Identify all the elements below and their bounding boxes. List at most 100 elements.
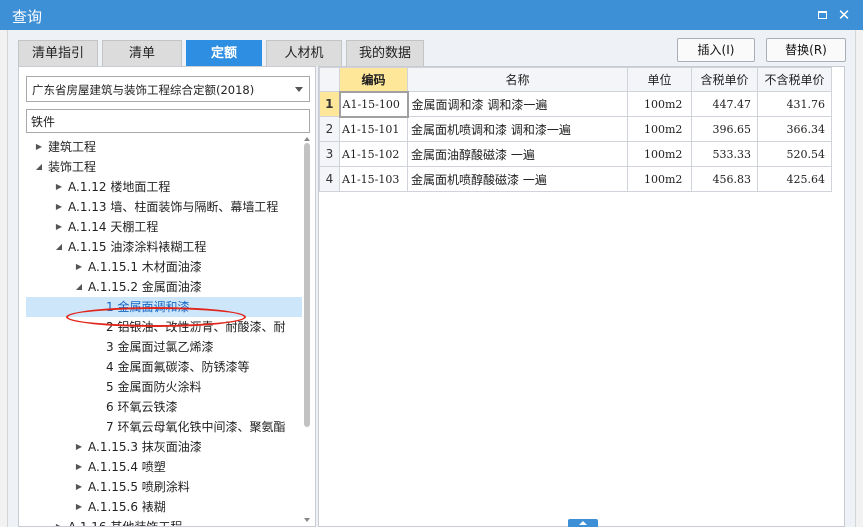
collapse-panel-handle[interactable] <box>568 519 598 527</box>
tree-node[interactable]: 7 环氧云母氧化铁中间漆、聚氨酯 <box>26 417 302 437</box>
tree-node-label: 6 环氧云铁漆 <box>106 400 178 414</box>
tree-node[interactable]: ◢ 装饰工程 <box>26 157 302 177</box>
cell-unit[interactable]: 100m2 <box>627 91 692 117</box>
collapsed-arrow-icon[interactable]: ▶ <box>34 137 44 157</box>
tree-node[interactable]: 4 金属面氟碳漆、防锈漆等 <box>26 357 302 377</box>
tree-node[interactable]: ▶ A.1.15.4 喷塑 <box>26 457 302 477</box>
cell-price-notax[interactable]: 431.76 <box>757 91 832 117</box>
table-row[interactable]: 3 A1-15-102 金属面油醇酸磁漆 一遍 100m2 533.33 520.54 <box>319 141 832 167</box>
table-row[interactable]: 4 A1-15-103 金属面机喷醇酸磁漆 一遍 100m2 456.83 425.64 <box>319 166 832 192</box>
tree-node[interactable]: ▶ A.1.15.1 木材面油漆 <box>26 257 302 277</box>
row-number[interactable]: 3 <box>319 141 340 167</box>
tree-node-label: A.1.16 其他装饰工程 <box>68 517 182 526</box>
tree-node[interactable]: 6 环氧云铁漆 <box>26 397 302 417</box>
collapsed-arrow-icon[interactable]: ▶ <box>54 197 64 217</box>
cell-price-notax[interactable]: 366.34 <box>757 116 832 142</box>
row-number[interactable]: 1 <box>319 91 340 117</box>
tab-bill-guide[interactable]: 清单指引 <box>18 40 98 66</box>
row-number[interactable]: 2 <box>319 116 340 142</box>
collapsed-arrow-icon[interactable]: ▶ <box>54 177 64 197</box>
tree-node-label: 装饰工程 <box>48 160 97 174</box>
tree-node-label: 7 环氧云母氧化铁中间漆、聚氨酯 <box>106 420 286 434</box>
maximize-icon[interactable] <box>815 8 829 22</box>
scroll-up-icon[interactable] <box>304 137 310 141</box>
header-name[interactable]: 名称 <box>407 67 628 92</box>
tab-my-data[interactable]: 我的数据 <box>346 40 424 66</box>
cell-code[interactable]: A1-15-102 <box>339 141 408 167</box>
cell-price-tax[interactable]: 533.33 <box>691 141 758 167</box>
tree-node-label: A.1.15.1 木材面油漆 <box>88 260 202 274</box>
cell-code[interactable]: A1-15-100 <box>338 90 409 118</box>
scrollbar-thumb[interactable] <box>304 143 310 427</box>
collapsed-arrow-icon[interactable]: ▶ <box>54 217 64 237</box>
tree-node[interactable]: ▶ A.1.12 楼地面工程 <box>26 177 302 197</box>
expanded-arrow-icon[interactable]: ◢ <box>34 157 44 177</box>
tree-node[interactable]: 5 金属面防火涂料 <box>26 377 302 397</box>
collapsed-arrow-icon[interactable]: ▶ <box>54 517 64 526</box>
tree-node[interactable]: ▶ 建筑工程 <box>26 137 302 157</box>
cell-unit[interactable]: 100m2 <box>627 116 692 142</box>
cell-unit[interactable]: 100m2 <box>627 166 692 192</box>
cell-price-tax[interactable]: 447.47 <box>691 91 758 117</box>
expanded-arrow-icon[interactable]: ◢ <box>54 237 64 257</box>
expanded-arrow-icon[interactable]: ◢ <box>74 277 84 297</box>
tree-node[interactable]: ◢ A.1.15 油漆涂料裱糊工程 <box>26 237 302 257</box>
cell-name[interactable]: 金属面机喷调和漆 调和漆一遍 <box>407 116 628 142</box>
cell-price-tax[interactable]: 456.83 <box>691 166 758 192</box>
cell-name[interactable]: 金属面油醇酸磁漆 一遍 <box>407 141 628 167</box>
header-price-tax[interactable]: 含税单价 <box>691 67 758 92</box>
tree-node-label: 建筑工程 <box>48 140 97 154</box>
tree-node[interactable]: ▶ A.1.15.3 抹灰面油漆 <box>26 437 302 457</box>
chevron-down-icon[interactable] <box>295 87 303 92</box>
row-number[interactable]: 4 <box>319 166 340 192</box>
cell-price-tax[interactable]: 396.65 <box>691 116 758 142</box>
scroll-down-icon[interactable] <box>304 518 310 522</box>
table-row[interactable]: 1 A1-15-100 金属面调和漆 调和漆一遍 100m2 447.47 431.76 <box>319 90 832 118</box>
quota-library-value: 广东省房屋建筑与装饰工程综合定额(2018) <box>32 83 255 97</box>
cell-name[interactable]: 金属面调和漆 调和漆一遍 <box>407 91 628 117</box>
tree-node[interactable]: ▶ A.1.14 天棚工程 <box>26 217 302 237</box>
insert-button[interactable]: 插入(I) <box>677 38 755 62</box>
window-title: 查询 <box>12 8 43 26</box>
cell-price-notax[interactable]: 520.54 <box>757 141 832 167</box>
tree-node[interactable]: ◢ A.1.15.2 金属面油漆 <box>26 277 302 297</box>
tab-bill[interactable]: 清单 <box>102 40 182 66</box>
tree-node[interactable]: ▶ A.1.15.5 喷刷涂料 <box>26 477 302 497</box>
tree-scrollbar[interactable] <box>303 137 311 522</box>
tree-node-label: A.1.15.4 喷塑 <box>88 460 166 474</box>
cell-unit[interactable]: 100m2 <box>627 141 692 167</box>
cell-code[interactable]: A1-15-101 <box>339 116 408 142</box>
tree-node-label: A.1.15.3 抹灰面油漆 <box>88 440 202 454</box>
search-box[interactable] <box>26 109 310 133</box>
search-input[interactable] <box>27 110 309 132</box>
tree-node-label: 4 金属面氟碳漆、防锈漆等 <box>106 360 250 374</box>
tree-node[interactable]: 3 金属面过氯乙烯漆 <box>26 337 302 357</box>
header-price-notax[interactable]: 不含税单价 <box>757 67 832 92</box>
background-app-left <box>0 30 8 527</box>
tree-node-label: A.1.15 油漆涂料裱糊工程 <box>68 240 207 254</box>
quota-tree: ▶ 建筑工程 ◢ 装饰工程 ▶ A.1.12 楼地面工程 ▶ A.1.13 墙、柱面装饰与隔断… <box>26 137 302 526</box>
collapsed-arrow-icon[interactable]: ▶ <box>74 497 84 517</box>
tree-node[interactable]: ▶ A.1.16 其他装饰工程 <box>26 517 302 526</box>
collapsed-arrow-icon[interactable]: ▶ <box>74 257 84 277</box>
table-row[interactable]: 2 A1-15-101 金属面机喷调和漆 调和漆一遍 100m2 396.65 366.3… <box>319 116 832 142</box>
chevron-up-icon <box>579 521 587 525</box>
tree-node[interactable]: ▶ A.1.13 墙、柱面装饰与隔断、幕墙工程 <box>26 197 302 217</box>
tab-quota[interactable]: 定额 <box>186 40 262 66</box>
collapsed-arrow-icon[interactable]: ▶ <box>74 457 84 477</box>
cell-price-notax[interactable]: 425.64 <box>757 166 832 192</box>
close-icon[interactable]: ✕ <box>837 8 851 23</box>
collapsed-arrow-icon[interactable]: ▶ <box>74 437 84 457</box>
quota-results-panel: 编码 名称 单位 含税单价 不含税单价 1 A1-15-100 金属面调和漆 调和漆… <box>318 66 845 527</box>
collapsed-arrow-icon[interactable]: ▶ <box>74 477 84 497</box>
cell-name[interactable]: 金属面机喷醇酸磁漆 一遍 <box>407 166 628 192</box>
tree-node[interactable]: ▶ A.1.15.6 裱糊 <box>26 497 302 517</box>
cell-code[interactable]: A1-15-103 <box>339 166 408 192</box>
quota-tree-panel: 广东省房屋建筑与装饰工程综合定额(2018) ▶ 建筑工程 ◢ 装饰工程 ▶ A.1.12… <box>18 66 316 527</box>
header-code[interactable]: 编码 <box>339 67 408 92</box>
header-unit[interactable]: 单位 <box>627 67 692 92</box>
replace-button[interactable]: 替换(R) <box>766 38 846 62</box>
quota-library-select[interactable]: 广东省房屋建筑与装饰工程综合定额(2018) <box>26 76 310 102</box>
tab-labor-material-machine[interactable]: 人材机 <box>266 40 342 66</box>
tree-node-label: A.1.13 墙、柱面装饰与隔断、幕墙工程 <box>68 200 279 214</box>
